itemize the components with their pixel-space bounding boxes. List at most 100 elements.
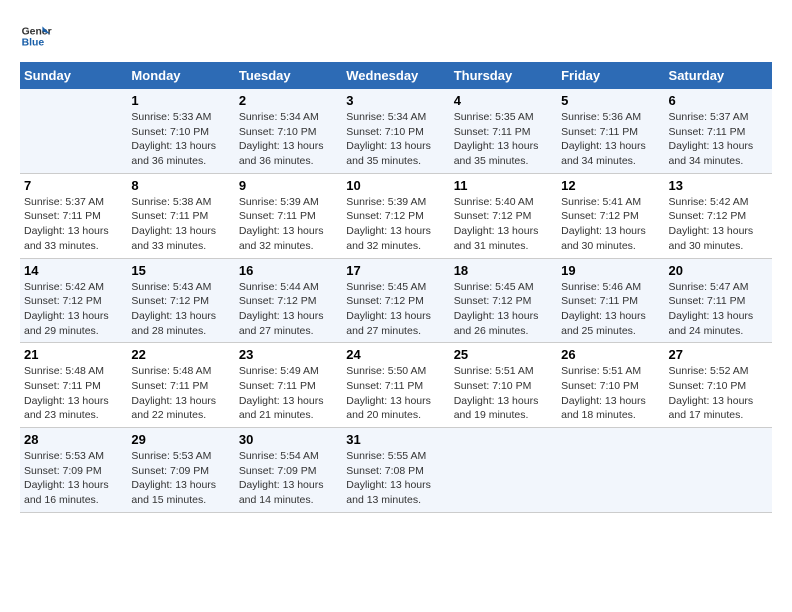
day-info: Sunrise: 5:44 AMSunset: 7:12 PMDaylight:… — [239, 280, 338, 339]
day-number: 12 — [561, 178, 660, 193]
calendar-cell — [20, 89, 127, 173]
calendar-cell: 16 Sunrise: 5:44 AMSunset: 7:12 PMDayligh… — [235, 258, 342, 343]
day-number: 29 — [131, 432, 230, 447]
calendar-cell: 19 Sunrise: 5:46 AMSunset: 7:11 PMDayligh… — [557, 258, 664, 343]
calendar-body: 1 Sunrise: 5:33 AMSunset: 7:10 PMDaylight… — [20, 89, 772, 512]
calendar-cell: 7 Sunrise: 5:37 AMSunset: 7:11 PMDaylight… — [20, 173, 127, 258]
day-number: 4 — [454, 93, 553, 108]
calendar-cell: 2Sunrise: 5:34 AMSunset: 7:10 PMDaylight… — [235, 89, 342, 173]
day-info: Sunrise: 5:38 AMSunset: 7:11 PMDaylight:… — [131, 195, 230, 254]
day-number: 19 — [561, 263, 660, 278]
day-info: Sunrise: 5:45 AMSunset: 7:12 PMDaylight:… — [346, 280, 445, 339]
calendar-table: SundayMondayTuesdayWednesdayThursdayFrid… — [20, 62, 772, 513]
day-info: Sunrise: 5:54 AMSunset: 7:09 PMDaylight:… — [239, 449, 338, 508]
day-number: 8 — [131, 178, 230, 193]
calendar-cell: 21 Sunrise: 5:48 AMSunset: 7:11 PMDayligh… — [20, 343, 127, 428]
day-info: Sunrise: 5:50 AMSunset: 7:11 PMDaylight:… — [346, 364, 445, 423]
day-number: 9 — [239, 178, 338, 193]
day-info: Sunrise: 5:46 AMSunset: 7:11 PMDaylight:… — [561, 280, 660, 339]
day-number: 1 — [131, 93, 230, 108]
header-day: Sunday — [20, 62, 127, 89]
logo: General Blue — [20, 20, 52, 52]
svg-text:Blue: Blue — [22, 38, 45, 49]
day-info: Sunrise: 5:37 AMSunset: 7:11 PMDaylight:… — [669, 110, 768, 169]
day-info: Sunrise: 5:48 AMSunset: 7:11 PMDaylight:… — [131, 364, 230, 423]
day-info: Sunrise: 5:42 AMSunset: 7:12 PMDaylight:… — [24, 280, 123, 339]
day-number: 13 — [669, 178, 768, 193]
calendar-week-row: 1 Sunrise: 5:33 AMSunset: 7:10 PMDaylight… — [20, 89, 772, 173]
calendar-cell: 22 Sunrise: 5:48 AMSunset: 7:11 PMDayligh… — [127, 343, 234, 428]
calendar-week-row: 21 Sunrise: 5:48 AMSunset: 7:11 PMDayligh… — [20, 343, 772, 428]
calendar-cell: 5 Sunrise: 5:36 AMSunset: 7:11 PMDaylight… — [557, 89, 664, 173]
day-info: Sunrise: 5:45 AMSunset: 7:12 PMDaylight:… — [454, 280, 553, 339]
day-number: 6 — [669, 93, 768, 108]
day-number: 18 — [454, 263, 553, 278]
header-day: Wednesday — [342, 62, 449, 89]
header-day: Monday — [127, 62, 234, 89]
day-number: 23 — [239, 347, 338, 362]
calendar-cell: 13Sunrise: 5:42 AMSunset: 7:12 PMDayligh… — [665, 173, 772, 258]
calendar-cell — [557, 428, 664, 513]
day-info: Sunrise: 5:37 AMSunset: 7:11 PMDaylight:… — [24, 195, 123, 254]
day-number: 17 — [346, 263, 445, 278]
calendar-cell: 24Sunrise: 5:50 AMSunset: 7:11 PMDayligh… — [342, 343, 449, 428]
calendar-week-row: 28 Sunrise: 5:53 AMSunset: 7:09 PMDayligh… — [20, 428, 772, 513]
calendar-cell: 27Sunrise: 5:52 AMSunset: 7:10 PMDayligh… — [665, 343, 772, 428]
day-info: Sunrise: 5:40 AMSunset: 7:12 PMDaylight:… — [454, 195, 553, 254]
calendar-week-row: 14 Sunrise: 5:42 AMSunset: 7:12 PMDayligh… — [20, 258, 772, 343]
day-number: 28 — [24, 432, 123, 447]
calendar-cell — [450, 428, 557, 513]
calendar-cell: 15Sunrise: 5:43 AMSunset: 7:12 PMDayligh… — [127, 258, 234, 343]
day-info: Sunrise: 5:36 AMSunset: 7:11 PMDaylight:… — [561, 110, 660, 169]
calendar-cell: 9 Sunrise: 5:39 AMSunset: 7:11 PMDaylight… — [235, 173, 342, 258]
day-number: 3 — [346, 93, 445, 108]
calendar-cell: 18 Sunrise: 5:45 AMSunset: 7:12 PMDayligh… — [450, 258, 557, 343]
day-number: 5 — [561, 93, 660, 108]
day-info: Sunrise: 5:39 AMSunset: 7:12 PMDaylight:… — [346, 195, 445, 254]
calendar-cell: 12Sunrise: 5:41 AMSunset: 7:12 PMDayligh… — [557, 173, 664, 258]
day-info: Sunrise: 5:49 AMSunset: 7:11 PMDaylight:… — [239, 364, 338, 423]
day-info: Sunrise: 5:33 AMSunset: 7:10 PMDaylight:… — [131, 110, 230, 169]
calendar-cell: 4 Sunrise: 5:35 AMSunset: 7:11 PMDaylight… — [450, 89, 557, 173]
header-row: SundayMondayTuesdayWednesdayThursdayFrid… — [20, 62, 772, 89]
day-info: Sunrise: 5:48 AMSunset: 7:11 PMDaylight:… — [24, 364, 123, 423]
day-number: 26 — [561, 347, 660, 362]
day-info: Sunrise: 5:47 AMSunset: 7:11 PMDaylight:… — [669, 280, 768, 339]
calendar-cell: 3 Sunrise: 5:34 AMSunset: 7:10 PMDaylight… — [342, 89, 449, 173]
calendar-cell: 31Sunrise: 5:55 AMSunset: 7:08 PMDayligh… — [342, 428, 449, 513]
day-number: 25 — [454, 347, 553, 362]
day-number: 14 — [24, 263, 123, 278]
day-info: Sunrise: 5:35 AMSunset: 7:11 PMDaylight:… — [454, 110, 553, 169]
page-header: General Blue — [20, 20, 772, 52]
day-info: Sunrise: 5:39 AMSunset: 7:11 PMDaylight:… — [239, 195, 338, 254]
day-number: 21 — [24, 347, 123, 362]
calendar-cell — [665, 428, 772, 513]
logo-icon: General Blue — [20, 20, 52, 52]
header-day: Tuesday — [235, 62, 342, 89]
day-number: 7 — [24, 178, 123, 193]
calendar-cell: 26Sunrise: 5:51 AMSunset: 7:10 PMDayligh… — [557, 343, 664, 428]
calendar-cell: 17 Sunrise: 5:45 AMSunset: 7:12 PMDayligh… — [342, 258, 449, 343]
calendar-cell: 29Sunrise: 5:53 AMSunset: 7:09 PMDayligh… — [127, 428, 234, 513]
day-number: 30 — [239, 432, 338, 447]
day-info: Sunrise: 5:34 AMSunset: 7:10 PMDaylight:… — [239, 110, 338, 169]
day-number: 16 — [239, 263, 338, 278]
calendar-week-row: 7 Sunrise: 5:37 AMSunset: 7:11 PMDaylight… — [20, 173, 772, 258]
calendar-cell: 20 Sunrise: 5:47 AMSunset: 7:11 PMDayligh… — [665, 258, 772, 343]
calendar-cell: 23 Sunrise: 5:49 AMSunset: 7:11 PMDayligh… — [235, 343, 342, 428]
day-number: 22 — [131, 347, 230, 362]
day-number: 15 — [131, 263, 230, 278]
calendar-cell: 6 Sunrise: 5:37 AMSunset: 7:11 PMDaylight… — [665, 89, 772, 173]
day-number: 10 — [346, 178, 445, 193]
calendar-cell: 28 Sunrise: 5:53 AMSunset: 7:09 PMDayligh… — [20, 428, 127, 513]
day-number: 31 — [346, 432, 445, 447]
calendar-cell: 14 Sunrise: 5:42 AMSunset: 7:12 PMDayligh… — [20, 258, 127, 343]
calendar-cell: 11Sunrise: 5:40 AMSunset: 7:12 PMDayligh… — [450, 173, 557, 258]
calendar-cell: 1 Sunrise: 5:33 AMSunset: 7:10 PMDaylight… — [127, 89, 234, 173]
day-info: Sunrise: 5:53 AMSunset: 7:09 PMDaylight:… — [24, 449, 123, 508]
day-number: 20 — [669, 263, 768, 278]
day-info: Sunrise: 5:51 AMSunset: 7:10 PMDaylight:… — [454, 364, 553, 423]
calendar-cell: 10 Sunrise: 5:39 AMSunset: 7:12 PMDayligh… — [342, 173, 449, 258]
day-info: Sunrise: 5:34 AMSunset: 7:10 PMDaylight:… — [346, 110, 445, 169]
header-day: Saturday — [665, 62, 772, 89]
